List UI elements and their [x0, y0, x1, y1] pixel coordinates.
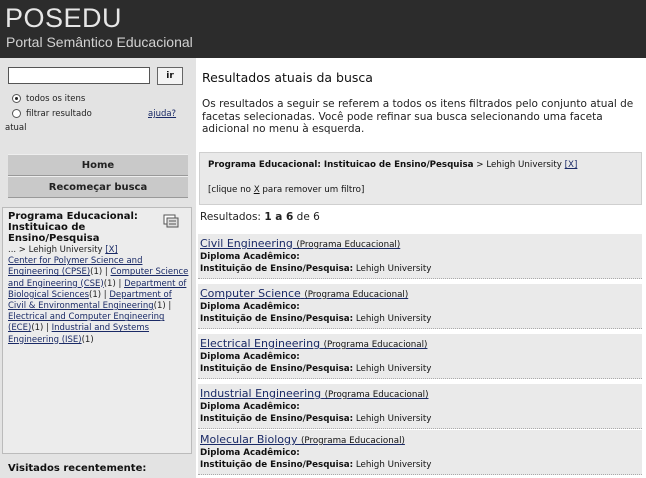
filter-remove-link[interactable]: [X]	[565, 160, 578, 170]
filter-separator: >	[473, 160, 487, 170]
facet-options: ... > Lehigh University [X] Center for P…	[8, 245, 189, 345]
result-inst-value: Lehigh University	[353, 364, 432, 374]
facet-title: Programa Educacional: Instituicao de Ens…	[8, 211, 138, 244]
search-go-button[interactable]: ir	[157, 67, 183, 85]
radio-all-items[interactable]	[12, 94, 21, 103]
page-title: Resultados atuais da busca	[202, 70, 373, 85]
result-title-link[interactable]: Computer Science	[200, 287, 301, 300]
result-item: Civil Engineering (Programa Educacional)…	[198, 234, 642, 279]
result-kind: (Programa Educacional)	[324, 390, 429, 400]
result-inst-label: Instituição de Ensino/Pesquisa:	[200, 364, 354, 374]
radio-filter-current-label-cont: atual	[5, 123, 27, 133]
result-kind: (Programa Educacional)	[323, 340, 428, 350]
result-inst-value: Lehigh University	[353, 314, 432, 324]
facet-list-icon[interactable]	[163, 214, 179, 228]
site-title: POSEDU	[5, 3, 123, 33]
result-inst-label: Instituição de Ensino/Pesquisa:	[200, 414, 354, 424]
result-inst-label: Instituição de Ensino/Pesquisa:	[200, 314, 354, 324]
result-kind: (Programa Educacional)	[301, 436, 405, 446]
result-degree-label: Diploma Acadêmico:	[200, 448, 300, 458]
result-item: Molecular Biology (Programa Educacional)…	[198, 430, 642, 475]
result-inst-value: Lehigh University	[353, 414, 432, 424]
radio-all-items-label: todos os itens	[26, 94, 86, 104]
facet-breadcrumb: ... > Lehigh University	[8, 245, 106, 255]
facet-count: (1)	[89, 289, 102, 300]
facet-count: (1)	[103, 278, 116, 289]
home-button[interactable]: Home	[8, 154, 188, 176]
main-content: Resultados atuais da busca Os resultados…	[196, 58, 646, 478]
filter-facet: Programa Educacional: Instituicao de Ens…	[208, 160, 474, 170]
active-filter-box: Programa Educacional: Instituicao de Ens…	[199, 152, 642, 205]
facet-panel: Programa Educacional: Instituicao de Ens…	[2, 207, 192, 454]
results-summary: Resultados: 1 a 6 de 6	[200, 211, 320, 223]
filter-hint: [clique no X para remover um filtro]	[208, 185, 365, 195]
result-title-link[interactable]: Molecular Biology	[200, 433, 298, 446]
sidebar: ir todos os itens filtrar resultado atua…	[0, 58, 196, 478]
facet-count: (1)	[90, 267, 103, 278]
site-subtitle: Portal Semântico Educacional	[6, 34, 193, 50]
result-inst-value: Lehigh University	[353, 264, 432, 274]
facet-count: (1)	[81, 334, 94, 345]
filter-value: Lehigh University	[486, 160, 562, 170]
restart-search-button[interactable]: Recomeçar busca	[8, 176, 188, 198]
result-degree-label: Diploma Acadêmico:	[200, 402, 300, 412]
radio-filter-current-label: filtrar resultado	[26, 109, 92, 119]
facet-count: (1)	[153, 301, 166, 312]
result-item: Computer Science (Programa Educacional) …	[198, 284, 642, 329]
facet-count: (1)	[31, 323, 44, 334]
result-title-link[interactable]: Industrial Engineering	[200, 387, 321, 400]
site-header: POSEDU Portal Semântico Educacional	[0, 0, 646, 58]
recently-visited-heading: Visitados recentemente:	[8, 463, 147, 474]
result-degree-label: Diploma Acadêmico:	[200, 352, 300, 362]
intro-text: Os resultados a seguir se referem a todo…	[202, 98, 634, 135]
active-filter: Programa Educacional: Instituicao de Ens…	[208, 160, 638, 171]
facet-remove-link[interactable]: [X]	[105, 245, 117, 255]
result-item: Industrial Engineering (Programa Educaci…	[198, 384, 642, 429]
result-title-link[interactable]: Civil Engineering	[200, 237, 293, 250]
result-item: Electrical Engineering (Programa Educaci…	[198, 334, 642, 379]
search-input[interactable]	[8, 67, 150, 84]
result-title-link[interactable]: Electrical Engineering	[200, 337, 320, 350]
result-degree-label: Diploma Acadêmico:	[200, 252, 300, 262]
result-kind: (Programa Educacional)	[304, 290, 409, 300]
radio-filter-current[interactable]	[12, 109, 21, 118]
result-inst-value: Lehigh University	[353, 460, 432, 470]
result-kind: (Programa Educacional)	[296, 240, 401, 250]
result-inst-label: Instituição de Ensino/Pesquisa:	[200, 264, 354, 274]
result-degree-label: Diploma Acadêmico:	[200, 302, 300, 312]
result-inst-label: Instituição de Ensino/Pesquisa:	[200, 460, 354, 470]
help-link[interactable]: ajuda?	[148, 109, 176, 119]
